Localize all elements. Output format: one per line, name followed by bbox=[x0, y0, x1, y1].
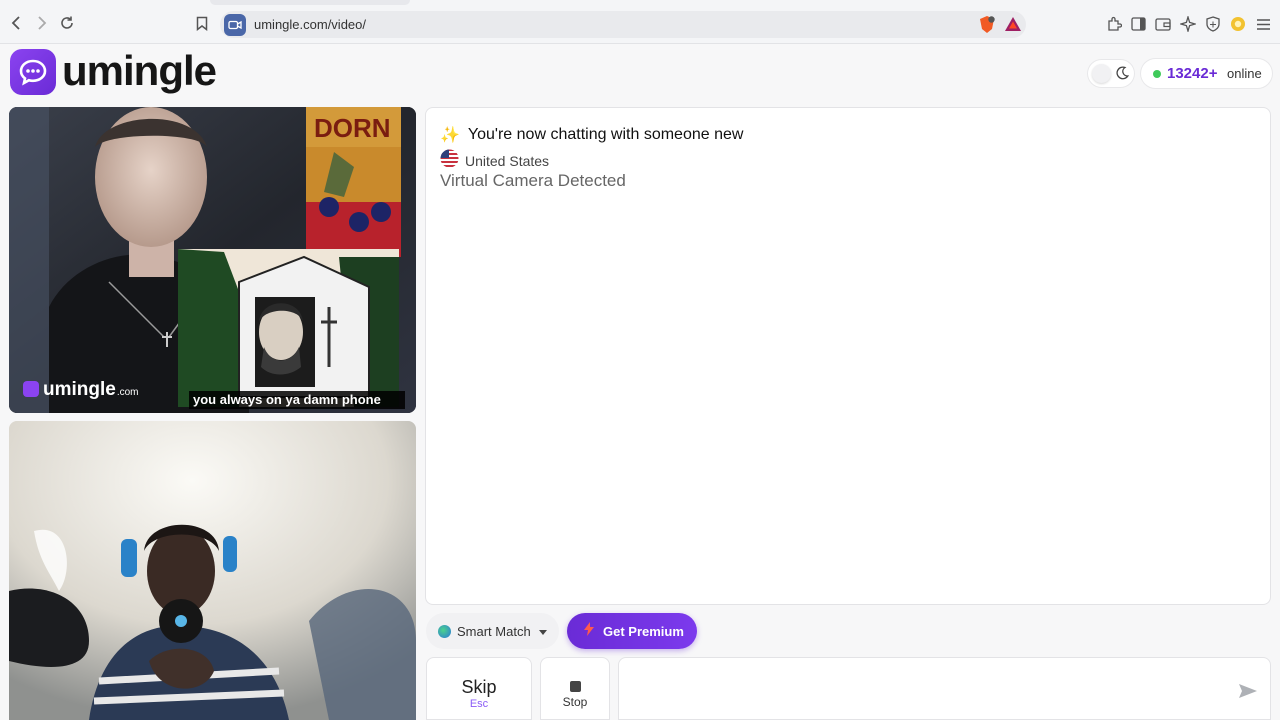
lightning-icon bbox=[584, 621, 594, 641]
remote-video: DORN umingle .com you always on ya damn … bbox=[9, 107, 416, 413]
svg-text:DORN: DORN bbox=[314, 113, 391, 143]
get-premium-button[interactable]: Get Premium bbox=[567, 613, 697, 649]
stranger-country: United States bbox=[440, 149, 549, 173]
active-tab-edge[interactable] bbox=[210, 0, 410, 5]
video-caption: you always on ya damn phone bbox=[189, 391, 405, 409]
wallet-icon[interactable] bbox=[1155, 16, 1171, 32]
profile-icon[interactable] bbox=[1230, 16, 1246, 32]
send-icon[interactable] bbox=[1238, 683, 1258, 704]
skip-label: Skip bbox=[461, 677, 497, 697]
caret-down-icon bbox=[538, 622, 547, 640]
watermark-text: umingle bbox=[43, 379, 116, 400]
country-text: United States bbox=[465, 153, 550, 169]
us-flag-icon bbox=[440, 149, 459, 173]
message-box[interactable] bbox=[618, 657, 1271, 720]
reload-icon[interactable] bbox=[58, 14, 76, 32]
site-camera-icon bbox=[224, 14, 246, 36]
toggle-knob bbox=[1092, 64, 1111, 83]
local-video-frame bbox=[9, 421, 416, 720]
remote-video-frame: DORN bbox=[9, 107, 416, 413]
new-chat-notice: ✨ You're now chatting with someone new bbox=[440, 125, 743, 145]
logo-icon[interactable] bbox=[10, 49, 56, 95]
menu-icon[interactable] bbox=[1255, 16, 1271, 32]
theme-toggle[interactable] bbox=[1088, 60, 1134, 87]
stop-button[interactable]: Stop bbox=[540, 657, 610, 720]
moon-icon bbox=[1116, 66, 1130, 85]
globe-icon bbox=[438, 624, 451, 638]
online-dot-icon bbox=[1153, 70, 1161, 78]
watermark: umingle .com bbox=[23, 379, 139, 401]
address-bar[interactable]: umingle.com/video/ bbox=[220, 11, 1026, 38]
sparkles-icon: ✨ bbox=[440, 127, 460, 144]
leo-ai-icon[interactable] bbox=[1180, 16, 1196, 32]
back-icon[interactable] bbox=[8, 14, 26, 32]
logo-text[interactable]: umingle bbox=[62, 47, 217, 95]
smart-match-label: Smart Match bbox=[457, 623, 531, 639]
watermark-suffix: .com bbox=[116, 387, 139, 398]
message-input[interactable] bbox=[631, 676, 1221, 702]
virtual-camera-warning: Virtual Camera Detected bbox=[440, 171, 626, 190]
stop-icon bbox=[570, 681, 581, 692]
browser-toolbar: umingle.com/video/ bbox=[0, 0, 1280, 44]
chat-panel: ✨ You're now chatting with someone new U… bbox=[425, 107, 1271, 605]
bookmark-icon[interactable] bbox=[193, 14, 211, 32]
extensions-icon[interactable] bbox=[1106, 16, 1122, 32]
watermark-logo-icon bbox=[23, 381, 39, 397]
online-count: 13242+ bbox=[1167, 65, 1218, 82]
skip-button[interactable]: Skip Esc bbox=[426, 657, 532, 720]
online-label: online bbox=[1227, 66, 1262, 81]
online-counter: 13242+ online bbox=[1141, 59, 1272, 88]
vpn-icon[interactable] bbox=[1205, 16, 1221, 32]
forward-icon[interactable] bbox=[32, 14, 50, 32]
brave-shield-icon[interactable] bbox=[978, 15, 996, 39]
stop-label: Stop bbox=[562, 695, 588, 709]
sidebar-icon[interactable] bbox=[1130, 16, 1146, 32]
local-video bbox=[9, 421, 416, 720]
bat-rewards-icon[interactable] bbox=[1004, 16, 1022, 37]
url-text[interactable]: umingle.com/video/ bbox=[254, 17, 366, 32]
skip-shortcut: Esc bbox=[469, 698, 489, 710]
new-chat-text: You're now chatting with someone new bbox=[467, 126, 744, 143]
get-premium-label: Get Premium bbox=[603, 623, 684, 639]
smart-match-dropdown[interactable]: Smart Match bbox=[426, 613, 559, 649]
